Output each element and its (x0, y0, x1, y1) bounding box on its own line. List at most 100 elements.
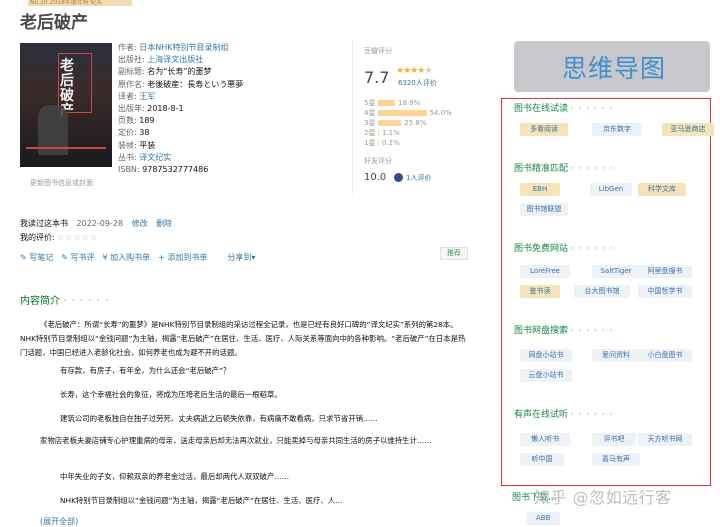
meta-row: ISBN: 9787532777486 (118, 164, 346, 176)
zhihu-watermark: 知乎 @忽如远行客 (534, 488, 672, 507)
panel-section-title: 图书网盘搜索 (514, 326, 569, 336)
friend-count-link[interactable]: 1人评价 (406, 173, 431, 183)
resource-link-chip[interactable]: EBH (520, 183, 560, 196)
rating-bar (378, 140, 379, 146)
meta-value: 老後破産：長寿という悪夢 (147, 79, 244, 89)
add-to-buy-list-button[interactable]: ¥ 加入购书单 (103, 252, 151, 263)
my-rating-label: 我的评价: (20, 233, 58, 242)
meta-label: 原作名: (118, 79, 148, 89)
friend-avatar[interactable] (394, 173, 403, 182)
meta-value[interactable]: 译文纪实 (139, 153, 171, 162)
mindmap-button[interactable]: 思维导图 (514, 41, 710, 92)
edit-link[interactable]: 修改 (132, 219, 148, 228)
friend-rating-label: 好友评分 (364, 157, 392, 165)
rating-count-link[interactable]: 6320人评价 (398, 78, 437, 88)
resource-link-chip[interactable]: 天方听书网 (638, 433, 692, 446)
meta-label: 出版年: (118, 103, 148, 113)
divider (352, 40, 353, 194)
intro-paragraph: 中年失业的子女，仰赖双亲的养老金过活，最后却两代人双双破产…… (60, 472, 290, 481)
rating-bar-label: 2星 (364, 129, 376, 137)
meta-row: 副标题: 名为“长寿”的噩梦 (118, 66, 346, 78)
my-rating-stars[interactable]: ☆☆☆☆☆ (57, 233, 98, 242)
rating-bar (378, 100, 395, 106)
resource-link-chip[interactable]: 网盘小站书 (520, 349, 572, 362)
meta-row: 页数: 189 (118, 115, 346, 127)
resource-link-chip[interactable]: LoreFree (520, 265, 570, 278)
rating-bar (378, 120, 402, 126)
meta-label: 定价: (118, 128, 140, 138)
book-title: 老后破产 (20, 13, 88, 33)
meta-label: 译者: (118, 91, 140, 101)
resource-link-chip[interactable]: 评书吧 (592, 433, 636, 446)
panel-section-title: 图书精准匹配 (514, 164, 569, 174)
resource-link-chip[interactable]: 多看阅读 (520, 123, 568, 136)
meta-label: ISBN: (118, 164, 143, 174)
meta-row: 丛书: 译文纪实 (118, 152, 346, 164)
rating-label: 豆瓣评分 (364, 47, 392, 55)
meta-row: 定价: 38 (118, 127, 346, 139)
resource-link-chip[interactable]: 中国哲学书 (638, 285, 692, 298)
expand-all-link[interactable]: (展开全部) (40, 516, 78, 527)
rating-bar-label: 4星 (364, 109, 376, 117)
download-chip[interactable]: ABB (526, 512, 561, 525)
resource-link-chip[interactable]: 科学文库 (638, 183, 686, 196)
resource-link-chip[interactable]: 懒人听书 (520, 433, 570, 446)
meta-row: 译者: 王军 (118, 91, 346, 103)
yen-icon: ¥ (102, 253, 111, 262)
intro-heading: 内容简介 · · · · · · (20, 296, 110, 307)
write-note-button[interactable]: ✎ 写笔记 (20, 252, 53, 263)
pencil-icon: ✎ (20, 253, 30, 262)
panel-section-heading: 图书免费网站 · · · · · · (514, 241, 613, 254)
cover-stripe (26, 147, 106, 149)
friend-score: 10.0 (364, 172, 387, 183)
rating-bar (378, 110, 427, 116)
meta-row: 出版年: 2018-8-1 (118, 103, 346, 115)
resource-link-chip[interactable]: 爱问资料 (592, 349, 640, 362)
rating-bar-pct: 18.9% (398, 99, 421, 107)
resource-link-chip[interactable]: 亚马逊商店 (662, 123, 714, 136)
rating-bar-pct: 1.1% (382, 129, 400, 137)
share-dropdown[interactable]: 分享到▾ (227, 252, 255, 263)
resource-link-chip[interactable]: 喜马有声 (592, 453, 640, 466)
action-bar: ✎ 写笔记 ✎ 写书评 ¥ 加入购书单 + 添加到书单 分享到▾ (20, 252, 255, 263)
rating-bar-pct: 54.0% (429, 109, 452, 117)
pencil-icon: ✎ (61, 253, 71, 262)
plus-icon: + (158, 253, 168, 262)
meta-value: 2018-8-1 (147, 103, 184, 113)
delete-link[interactable]: 删除 (156, 219, 172, 228)
panel-section-heading: 图书在线试读 · · · · · · (514, 101, 613, 114)
read-status-text: 我读过这本书 (20, 219, 68, 228)
star-icon: ★ (424, 66, 432, 76)
recommend-button[interactable]: 推荐 (440, 247, 468, 260)
resource-link-chip[interactable]: 小白盘图书 (638, 349, 692, 362)
panel-section-title: 图书在线试读 (514, 104, 569, 114)
update-cover-link[interactable]: 更新图书信息或封面 (30, 178, 93, 188)
meta-label: 作者: (118, 43, 140, 52)
meta-value[interactable]: 日本NHK特别节目录制组 (139, 43, 228, 52)
rating-bar-row: 1星 0.2% (364, 138, 452, 148)
resource-link-chip[interactable]: SaltTiger (592, 265, 640, 278)
meta-value[interactable]: 王军 (139, 92, 155, 101)
book-cover[interactable]: 老后破产 (20, 43, 112, 167)
rating-panel: 豆瓣评分 7.7 ★★★★★ 6320人评价 5星 18.9% 4星 54.0% 3星 2… (364, 46, 464, 183)
resource-link-chip[interactable]: 鉴书读 (520, 285, 560, 298)
rating-distribution: 5星 18.9% 4星 54.0% 3星 25.8% 2星 1.1% 1星 0.2% (364, 98, 452, 148)
panel-section-heading: 有声在线试听 · · · · · · (514, 407, 613, 420)
meta-value[interactable]: 上海译文出版社 (147, 55, 203, 64)
intro-paragraph: 长寿，这个幸福社会的象征，将成为压垮老后生活的最后一根稻草。 (60, 390, 282, 399)
resource-link-chip[interactable]: LibGen (590, 183, 632, 196)
resource-link-chip[interactable]: 听中国 (520, 453, 564, 466)
resource-link-chip[interactable]: 图书馆联盟 (520, 203, 568, 216)
write-review-button[interactable]: ✎ 写书评 (61, 252, 94, 263)
intro-paragraph: NHK特别节目录制组以“金钱问题”为主轴，揭露“老后破产”在居住、生活、医疗、人… (60, 496, 343, 505)
add-to-booklist-button[interactable]: + 添加到书单 (158, 252, 207, 263)
panel-section-heading: 图书精准匹配 · · · · · · (514, 161, 613, 174)
rating-bar-label: 5星 (364, 99, 376, 107)
panel-section-dots: · · · · · · (570, 410, 614, 420)
resource-link-chip[interactable]: 阿里盘搜书 (638, 265, 692, 278)
resource-link-chip[interactable]: 京东数字 (592, 123, 642, 136)
resource-panel: 图书在线试读 · · · · · · 多看阅读 京东数字 亚马逊商店图书精准匹配 · … (501, 98, 714, 486)
resource-link-chip[interactable]: 台大图书馆 (574, 285, 630, 298)
resource-link-chip[interactable]: 云盘小站书 (520, 369, 572, 382)
rating-score: 7.7 (364, 68, 390, 87)
